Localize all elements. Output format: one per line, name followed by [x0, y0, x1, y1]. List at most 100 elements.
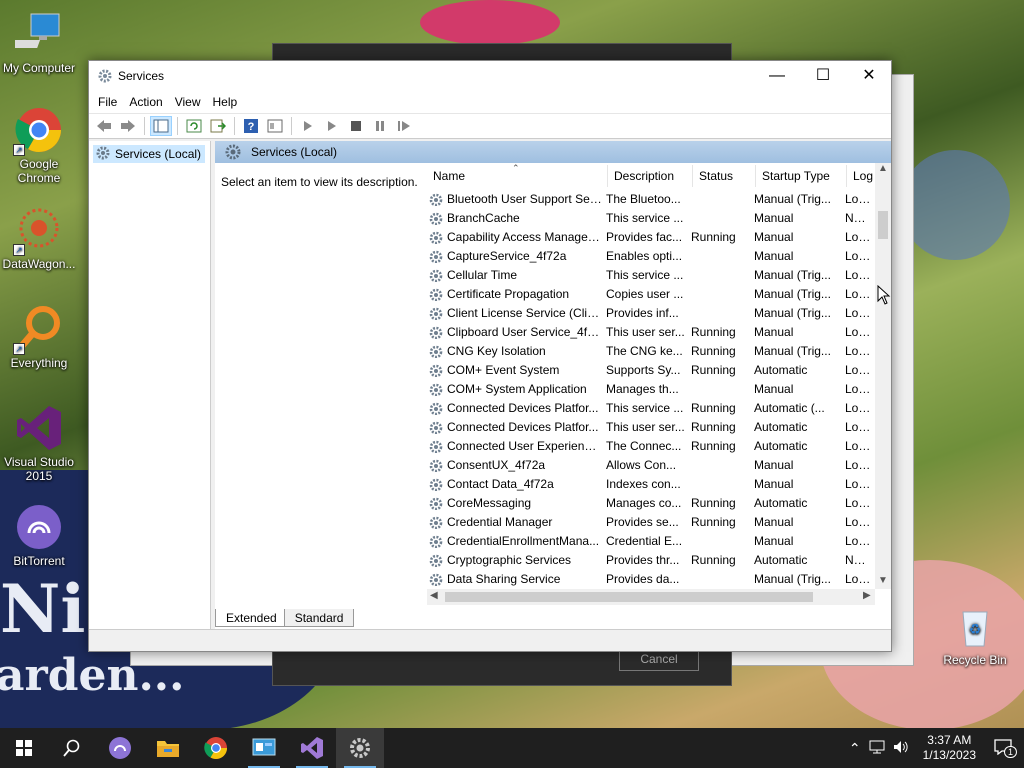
back-button[interactable] — [93, 116, 115, 136]
table-row[interactable]: Clipboard User Service_4f72a This user se… — [427, 322, 889, 341]
service-log-on-as: Loca — [845, 267, 871, 282]
pane-header: Services (Local) — [215, 141, 891, 163]
menu-action[interactable]: Action — [123, 95, 168, 109]
service-log-on-as: Loca — [845, 324, 871, 339]
show-console-tree-button[interactable] — [150, 116, 172, 136]
desktop-icon-chrome[interactable]: ↗ Google Chrome — [0, 106, 78, 185]
table-row[interactable]: CredentialEnrollmentMana... Credential E.… — [427, 531, 889, 550]
taskbar-visual-studio[interactable] — [288, 728, 336, 768]
column-status[interactable]: Status — [693, 165, 756, 187]
taskbar-clock[interactable]: 3:37 AM 1/13/2023 — [913, 733, 986, 763]
datawagon-icon: ↗ — [13, 206, 63, 256]
table-row[interactable]: COM+ System Application Manages th... Manu… — [427, 379, 889, 398]
bittorrent-icon — [109, 737, 131, 759]
bittorrent-icon — [15, 503, 63, 551]
table-row[interactable]: ConsentUX_4f72a Allows Con... Manual Loca — [427, 455, 889, 474]
table-row[interactable]: Capability Access Manager ... Provides fa… — [427, 227, 889, 246]
table-row[interactable]: Client License Service (ClipS... Provides… — [427, 303, 889, 322]
table-row[interactable]: Credential Manager Provides se... Running M… — [427, 512, 889, 531]
service-gear-icon — [429, 573, 443, 586]
service-name: ConsentUX_4f72a — [427, 458, 602, 472]
table-row[interactable]: CaptureService_4f72a Enables opti... Manua… — [427, 246, 889, 265]
show-hidden-icons-button[interactable]: ⌃ — [845, 740, 865, 757]
horizontal-scrollbar[interactable]: ◀ ▶ — [427, 589, 875, 605]
table-row[interactable]: BranchCache This service ... Manual Netw — [427, 208, 889, 227]
scroll-left-icon[interactable]: ◀ — [430, 590, 438, 601]
service-description: Manages co... — [606, 495, 682, 510]
desktop-icon-bittorrent[interactable]: BitTorrent — [0, 503, 78, 568]
table-row[interactable]: Connected Devices Platfor... This service… — [427, 398, 889, 417]
taskbar-chrome[interactable] — [192, 728, 240, 768]
table-row[interactable]: Cryptographic Services Provides thr... Run… — [427, 550, 889, 569]
desktop-icon-recycle-bin[interactable]: ♻ Recycle Bin — [936, 602, 1014, 667]
stop-service-button[interactable] — [345, 116, 367, 136]
menu-view[interactable]: View — [169, 95, 207, 109]
table-row[interactable]: Connected Devices Platfor... This user se… — [427, 417, 889, 436]
vertical-scroll-thumb[interactable] — [878, 211, 888, 239]
table-row[interactable]: Bluetooth User Support Ser... The Bluetoo… — [427, 189, 889, 208]
taskbar-services[interactable] — [336, 728, 384, 768]
start-service-alt-button[interactable] — [321, 116, 343, 136]
desktop-icon-visual-studio[interactable]: Visual Studio 2015 — [0, 404, 78, 483]
table-row[interactable]: Contact Data_4f72a Indexes con... Manual Lo… — [427, 474, 889, 493]
desktop-icon-my-computer[interactable]: My Computer — [0, 10, 78, 75]
description-text: Select an item to view its description. — [221, 175, 418, 189]
start-service-button[interactable] — [297, 116, 319, 136]
table-row[interactable]: Cellular Time This service ... Manual (Tri… — [427, 265, 889, 284]
menu-bar: File Action View Help — [89, 91, 891, 113]
start-button[interactable] — [0, 728, 48, 768]
service-log-on-as: Loca — [845, 495, 871, 510]
taskbar-control-panel[interactable] — [240, 728, 288, 768]
vertical-scrollbar[interactable]: ▲ ▼ — [875, 163, 891, 589]
menu-help[interactable]: Help — [207, 95, 244, 109]
network-icon[interactable] — [865, 740, 889, 757]
refresh-button[interactable] — [183, 116, 205, 136]
service-startup-type: Manual — [754, 229, 794, 244]
properties-button[interactable] — [264, 116, 286, 136]
table-row[interactable]: CoreMessaging Manages co... Running Automat… — [427, 493, 889, 512]
service-status: Running — [691, 438, 736, 453]
column-startup-type[interactable]: Startup Type — [756, 165, 847, 187]
desktop-icon-datawagon[interactable]: ↗ DataWagon... — [0, 206, 78, 271]
tree-item-services-local[interactable]: Services (Local) — [93, 145, 206, 163]
forward-button[interactable] — [117, 116, 139, 136]
horizontal-scroll-thumb[interactable] — [445, 592, 813, 602]
scroll-up-icon[interactable]: ▲ — [878, 163, 888, 174]
volume-icon[interactable] — [889, 740, 913, 757]
service-name: Cryptographic Services — [427, 553, 602, 567]
scroll-right-icon[interactable]: ▶ — [863, 590, 871, 601]
table-row[interactable]: Connected User Experience... The Connec..… — [427, 436, 889, 455]
tab-extended[interactable]: Extended — [215, 609, 288, 627]
desktop-icon-everything[interactable]: ↗ Everything — [0, 305, 78, 370]
maximize-button[interactable]: ☐ — [800, 61, 846, 91]
table-row[interactable]: Data Sharing Service Provides da... Manual… — [427, 569, 889, 588]
taskbar-bittorrent[interactable] — [96, 728, 144, 768]
service-gear-icon — [429, 535, 443, 548]
menu-file[interactable]: File — [92, 95, 123, 109]
table-row[interactable]: COM+ Event System Supports Sy... Running Au… — [427, 360, 889, 379]
scroll-down-icon[interactable]: ▼ — [878, 575, 888, 586]
clock-time: 3:37 AM — [927, 733, 972, 747]
table-row[interactable]: Certificate Propagation Copies user ... Ma… — [427, 284, 889, 303]
service-startup-type: Manual (Trig... — [754, 286, 831, 301]
taskbar-file-explorer[interactable] — [144, 728, 192, 768]
table-row[interactable]: CNG Key Isolation The CNG ke... Running Man… — [427, 341, 889, 360]
column-description[interactable]: Description — [608, 165, 693, 187]
tab-standard[interactable]: Standard — [283, 609, 355, 627]
taskbar-search-button[interactable] — [48, 728, 96, 768]
close-button[interactable]: ✕ — [846, 61, 892, 91]
title-bar[interactable]: Services — ☐ ✕ — [89, 61, 891, 91]
export-list-button[interactable] — [207, 116, 229, 136]
service-description: The Connec... — [606, 438, 682, 453]
column-log-on-as[interactable]: Log — [847, 165, 877, 187]
service-startup-type: Automatic — [754, 495, 808, 510]
windows-logo-icon — [16, 740, 32, 756]
desktop-icon-label: Visual Studio 2015 — [4, 455, 74, 483]
pause-service-button[interactable] — [369, 116, 391, 136]
help-button[interactable]: ? — [240, 116, 262, 136]
column-name[interactable]: Name — [427, 165, 608, 187]
restart-service-button[interactable] — [393, 116, 415, 136]
minimize-button[interactable]: — — [754, 61, 800, 91]
service-status: Running — [691, 419, 736, 434]
notification-center-button[interactable]: 1 — [986, 738, 1024, 758]
